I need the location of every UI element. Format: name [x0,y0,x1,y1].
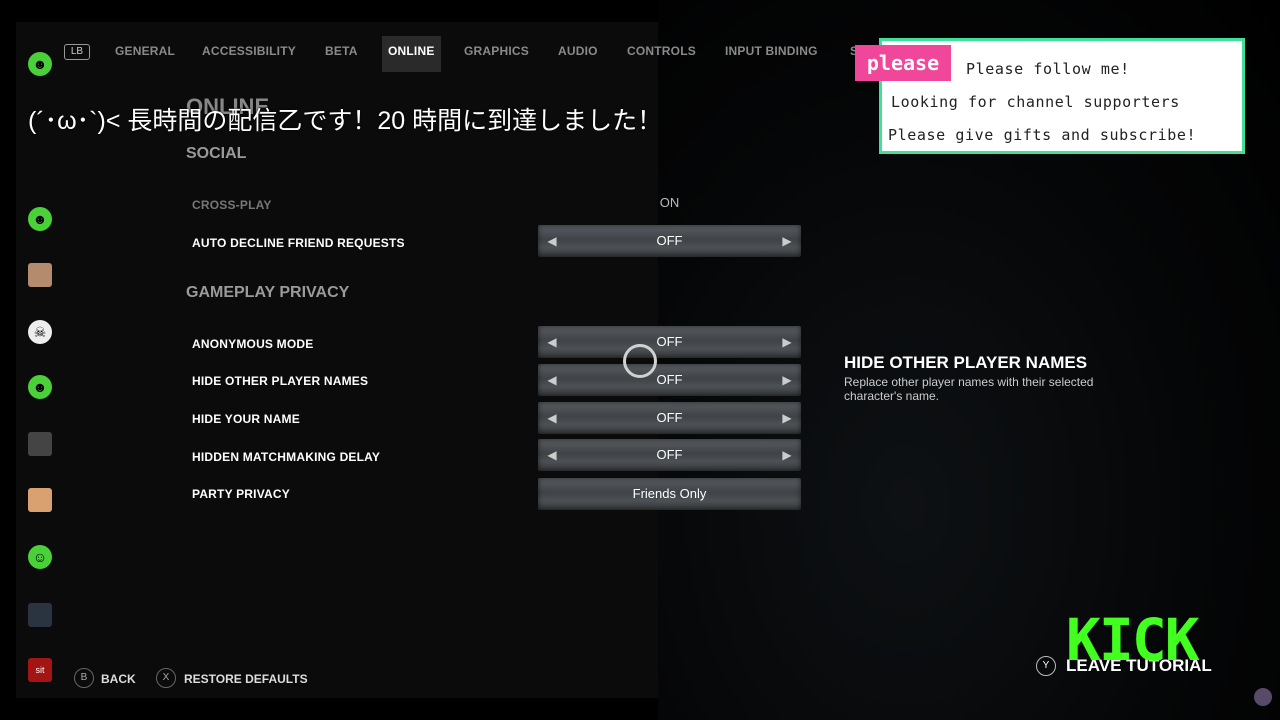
y-button-icon[interactable]: Y [1036,656,1056,676]
hide-other-names-value: OFF [656,372,683,387]
tab-controls[interactable]: CONTROLS [627,44,696,58]
anonymous-mode-selector[interactable]: ◀ OFF ▶ [538,326,801,358]
hide-your-name-label: HIDE YOUR NAME [192,412,300,426]
arrow-left-icon[interactable]: ◀ [542,402,562,434]
tab-online[interactable]: ONLINE [382,36,441,72]
lb-bumper-icon[interactable]: LB [64,44,90,60]
tab-audio[interactable]: AUDIO [558,44,598,58]
anonymous-mode-value: OFF [656,334,683,349]
matchmaking-delay-value: OFF [656,447,683,462]
arrow-right-icon[interactable]: ▶ [777,225,797,257]
green-headphones-emote-icon: ☻ [28,207,52,231]
hide-your-name-value: OFF [656,410,683,425]
auto-decline-label: AUTO DECLINE FRIEND REQUESTS [192,236,405,250]
b-button-icon[interactable]: B [74,668,94,688]
party-privacy-label: PARTY PRIVACY [192,487,290,501]
promo-line-follow: Please follow me! [966,60,1130,78]
avatar [1254,688,1272,706]
promo-line-gifts: Please give gifts and subscribe! [888,126,1197,144]
section-social-title: SOCIAL [186,145,247,162]
matchmaking-delay-selector[interactable]: ◀ OFF ▶ [538,439,801,471]
arrow-right-icon[interactable]: ▶ [777,402,797,434]
cross-play-label: CROSS-PLAY [192,198,272,212]
promo-tag: please [855,45,951,81]
tab-general[interactable]: GENERAL [115,44,175,58]
x-button-icon[interactable]: X [156,668,176,688]
kick-logo: KICK [1066,606,1200,674]
arrow-right-icon[interactable]: ▶ [777,364,797,396]
green-smile-emote-icon: ☺ [28,545,52,569]
green-blob-emote-icon: ☻ [28,375,52,399]
section-privacy-title: GAMEPLAY PRIVACY [186,284,350,301]
arrow-left-icon[interactable]: ◀ [542,326,562,358]
arrow-right-icon[interactable]: ▶ [777,439,797,471]
tab-input-binding[interactable]: INPUT BINDING [725,44,818,58]
stream-overlay-message: (´･ω･`)< 長時間の配信乙です！20 時間に到達しました！ [28,107,663,135]
sit-emote-icon: sit [28,658,52,682]
hide-your-name-selector[interactable]: ◀ OFF ▶ [538,402,801,434]
auto-decline-value: OFF [656,233,683,248]
matchmaking-delay-label: HIDDEN MATCHMAKING DELAY [192,450,381,464]
description-title: HIDE OTHER PLAYER NAMES [844,353,1088,372]
promo-line-supporters: Looking for channel supporters [891,93,1180,111]
hide-other-names-selector[interactable]: ◀ OFF ▶ [538,364,801,396]
face-emote-icon [28,488,52,512]
anonymous-mode-label: ANONYMOUS MODE [192,337,314,351]
green-emote-icon: ☻ [28,52,52,76]
arrow-left-icon[interactable]: ◀ [542,225,562,257]
tab-beta[interactable]: BETA [325,44,358,58]
party-privacy-selector[interactable]: Friends Only [538,478,801,510]
anime-girl-emote-icon [28,263,52,287]
arrow-left-icon[interactable]: ◀ [542,439,562,471]
dark-face-emote-icon [28,432,52,456]
back-button[interactable]: BACK [101,672,136,686]
arrow-right-icon[interactable]: ▶ [777,326,797,358]
description-body: Replace other player names with their se… [844,375,1094,403]
auto-decline-selector[interactable]: ◀ OFF ▶ [538,225,801,257]
arrow-left-icon[interactable]: ◀ [542,364,562,396]
tab-accessibility[interactable]: ACCESSIBILITY [202,44,296,58]
restore-defaults-button[interactable]: RESTORE DEFAULTS [184,672,308,686]
cursor-icon [623,344,657,378]
hide-other-names-label: HIDE OTHER PLAYER NAMES [192,374,369,388]
person-emote-icon [28,603,52,627]
cross-play-value: ON [659,195,680,210]
skull-emote-icon: ☠ [28,320,52,344]
party-privacy-value: Friends Only [632,486,707,501]
tab-graphics[interactable]: GRAPHICS [464,44,529,58]
